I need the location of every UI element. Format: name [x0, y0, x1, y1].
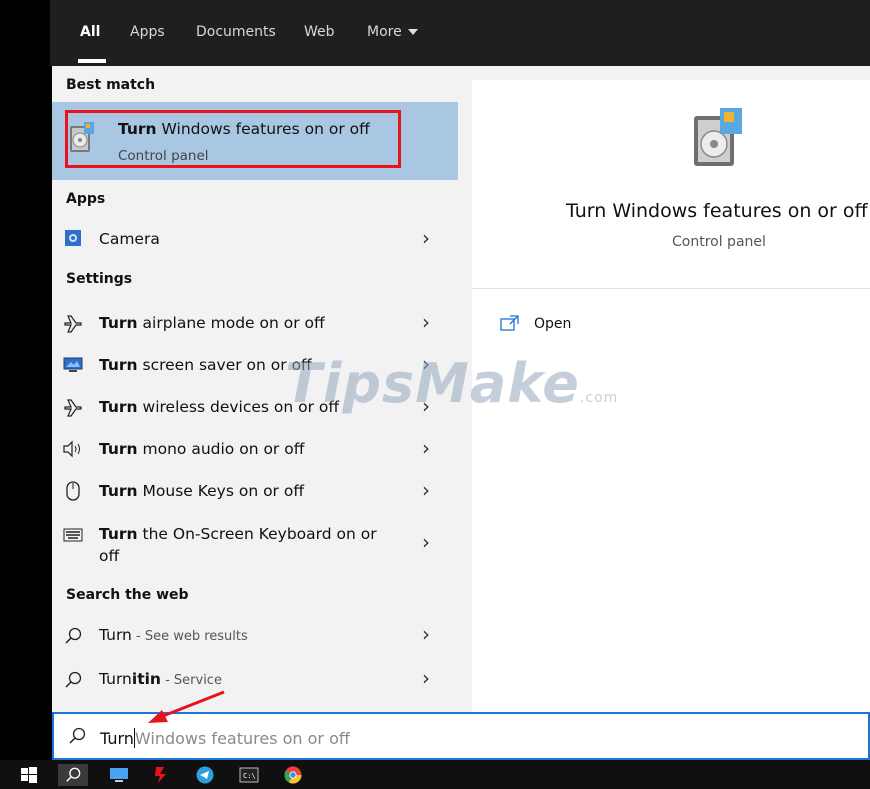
active-tab-indicator	[78, 59, 106, 63]
annotation-highlight-box	[65, 110, 401, 168]
desktop-icon[interactable]	[108, 764, 130, 786]
chrome-icon[interactable]	[282, 764, 304, 786]
camera-icon	[62, 227, 84, 249]
app-item-label: Camera	[99, 230, 160, 248]
settings-item-rest: screen saver on or off	[137, 356, 312, 374]
settings-item-rest: the On-Screen Keyboard on or off	[99, 525, 377, 565]
taskbar: C:\	[0, 760, 870, 789]
settings-item-rest: wireless devices on or off	[137, 398, 340, 416]
web-result-hint: - See web results	[131, 629, 248, 644]
section-settings: Settings	[66, 271, 133, 287]
telegram-icon[interactable]	[194, 764, 216, 786]
airplane-icon	[62, 312, 84, 334]
results-panel: Best match Turn Windows features on or o…	[52, 66, 458, 712]
settings-item[interactable]: Turn the On-Screen Keyboard on or off ›	[52, 516, 458, 572]
settings-item-label: Turn airplane mode on or off	[99, 314, 325, 332]
tab-apps[interactable]: Apps	[130, 24, 165, 40]
mouse-icon	[62, 480, 84, 502]
settings-item-bold: Turn	[99, 482, 138, 500]
settings-item[interactable]: Turn screen saver on or off ›	[52, 348, 458, 384]
chevron-right-icon[interactable]: ›	[422, 436, 430, 460]
chevron-right-icon[interactable]: ›	[422, 530, 430, 554]
chevron-right-icon[interactable]: ›	[422, 478, 430, 502]
section-search-web: Search the web	[66, 587, 189, 603]
svg-text:C:\: C:\	[243, 772, 256, 780]
airplane-icon	[62, 396, 84, 418]
settings-item-rest: mono audio on or off	[137, 440, 305, 458]
search-typed-text: Turn	[100, 729, 134, 748]
app-icon[interactable]	[150, 764, 172, 786]
chevron-right-icon[interactable]: ›	[422, 394, 430, 418]
annotation-arrow	[148, 690, 225, 723]
search-input[interactable]: TurnWindows features on or off	[100, 728, 350, 748]
settings-item[interactable]: Turn Mouse Keys on or off ›	[52, 474, 458, 510]
section-apps: Apps	[66, 191, 106, 207]
detail-panel: Turn Windows features on or off Control …	[472, 80, 870, 712]
windows-start-icon[interactable]	[18, 764, 40, 786]
web-result-label: Turn - See web results	[99, 626, 248, 644]
settings-item[interactable]: Turn airplane mode on or off ›	[52, 306, 458, 342]
search-filter-tabs: All Apps Documents Web More	[50, 0, 870, 66]
windows-features-icon	[690, 106, 748, 170]
chevron-right-icon[interactable]: ›	[422, 622, 430, 646]
app-item-camera[interactable]: Camera ›	[52, 224, 458, 254]
search-icon	[62, 625, 84, 647]
settings-item-bold: Turn	[99, 314, 138, 332]
settings-item-label: Turn Mouse Keys on or off	[99, 482, 304, 500]
web-result-hint: - Service	[160, 673, 222, 688]
web-result-item[interactable]: Turn - See web results ›	[52, 620, 458, 652]
web-result-item[interactable]: Turnitin - Service ›	[52, 664, 458, 696]
open-icon	[500, 314, 520, 336]
tab-more-label: More	[367, 24, 402, 40]
monitor-icon	[62, 354, 84, 376]
search-autocomplete: Windows features on or off	[134, 729, 350, 748]
tab-web[interactable]: Web	[304, 24, 335, 40]
speaker-icon	[62, 438, 84, 460]
detail-subtitle: Control panel	[672, 234, 766, 250]
tab-more[interactable]: More	[367, 24, 418, 40]
settings-item-bold: Turn	[99, 525, 138, 543]
settings-item-bold: Turn	[99, 356, 138, 374]
chevron-right-icon[interactable]: ›	[422, 352, 430, 376]
settings-item-label: Turn screen saver on or off	[99, 356, 312, 374]
web-result-query: Turn	[99, 626, 132, 644]
detail-title: Turn Windows features on or off	[566, 200, 868, 222]
search-icon	[62, 669, 84, 691]
settings-item[interactable]: Turn wireless devices on or off ›	[52, 390, 458, 426]
settings-item-label: Turn wireless devices on or off	[99, 398, 339, 416]
search-icon	[68, 727, 86, 749]
open-label: Open	[534, 316, 572, 332]
tab-all[interactable]: All	[80, 24, 100, 40]
keyboard-icon	[62, 524, 84, 546]
open-button[interactable]: Open	[500, 312, 620, 336]
settings-item-bold: Turn	[99, 398, 138, 416]
web-result-label: Turnitin - Service	[99, 670, 222, 688]
chevron-right-icon[interactable]: ›	[422, 226, 430, 250]
chevron-down-icon	[407, 29, 418, 35]
chevron-right-icon[interactable]: ›	[422, 310, 430, 334]
search-taskbar-icon[interactable]	[58, 764, 88, 786]
section-best-match: Best match	[66, 77, 156, 93]
terminal-icon[interactable]: C:\	[238, 764, 260, 786]
settings-item-label: Turn mono audio on or off	[99, 440, 304, 458]
settings-item-label: Turn the On-Screen Keyboard on or off	[99, 523, 399, 567]
settings-item-rest: airplane mode on or off	[137, 314, 325, 332]
chevron-right-icon[interactable]: ›	[422, 666, 430, 690]
settings-item[interactable]: Turn mono audio on or off ›	[52, 432, 458, 468]
settings-item-bold: Turn	[99, 440, 138, 458]
settings-item-rest: Mouse Keys on or off	[137, 482, 305, 500]
tab-documents[interactable]: Documents	[196, 24, 276, 40]
divider	[472, 288, 870, 289]
